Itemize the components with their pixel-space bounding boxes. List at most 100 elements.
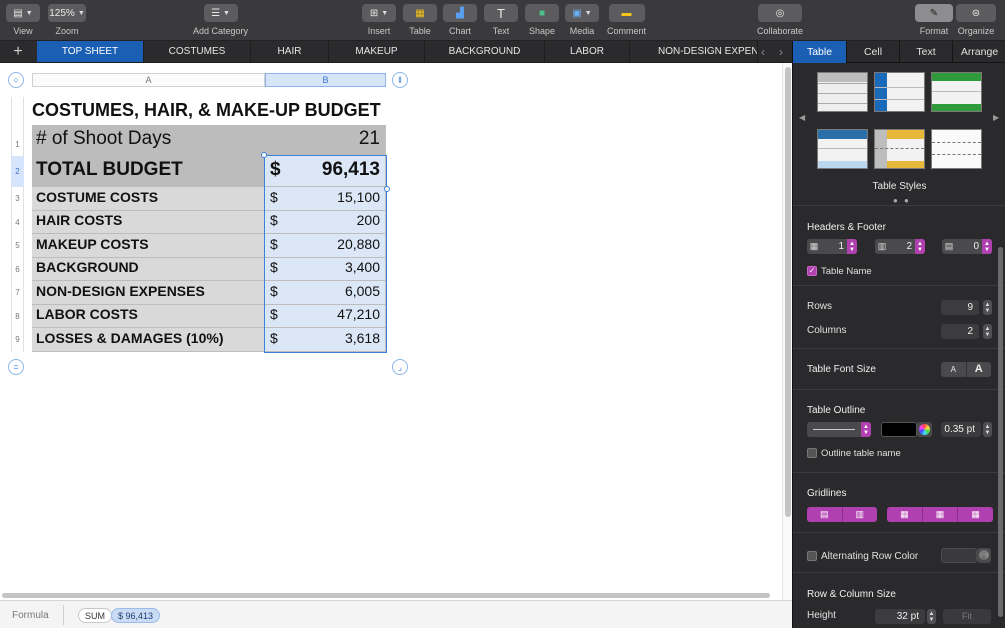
media-button[interactable]: ▣ ▼ bbox=[565, 4, 599, 22]
vertical-scrollbar[interactable] bbox=[782, 63, 792, 601]
outline-table-name-checkbox[interactable] bbox=[807, 448, 817, 458]
scroll-thumb[interactable] bbox=[2, 593, 770, 598]
vertical-gridlines-button[interactable]: ▥ bbox=[843, 507, 878, 522]
row-height-arrows-icon[interactable]: ▲ ▼ bbox=[927, 609, 936, 624]
inspector-scrollbar[interactable] bbox=[998, 247, 1003, 617]
table-cell[interactable]: $ 200 bbox=[265, 211, 386, 234]
header-columns-stepper[interactable]: ▥ 2 ▲ ▼ bbox=[875, 239, 925, 254]
table-style-thumbnail[interactable] bbox=[874, 129, 925, 169]
add-sheet-button[interactable]: + bbox=[0, 41, 36, 62]
text-control[interactable]: T Text bbox=[484, 4, 518, 36]
comment-control[interactable]: ▬ Comment bbox=[607, 4, 646, 36]
row-number[interactable]: 2 bbox=[11, 156, 24, 187]
table-button[interactable]: ▦ bbox=[403, 4, 437, 22]
organize-button[interactable]: ⊜ bbox=[956, 4, 996, 22]
row-number[interactable]: 5 bbox=[11, 234, 24, 258]
chevron-left-icon[interactable]: ‹ bbox=[761, 41, 765, 62]
sheet-tab-labor[interactable]: LABOR bbox=[545, 41, 630, 62]
table-cell[interactable]: # of Shoot Days bbox=[32, 125, 265, 156]
alternating-row-checkbox[interactable] bbox=[807, 551, 817, 561]
table-cell[interactable]: TOTAL BUDGET bbox=[32, 156, 265, 187]
sheet-canvas[interactable]: ○ A B ‖ COSTUMES, HAIR, & MAKE-UP BUDGET… bbox=[0, 63, 782, 601]
row-number[interactable]: 3 bbox=[11, 187, 24, 211]
table-cell[interactable]: $ 15,100 bbox=[265, 187, 386, 211]
rows-stepper-arrows-icon[interactable]: ▲ ▼ bbox=[983, 300, 992, 315]
format-button[interactable]: ✎ bbox=[915, 4, 953, 22]
row-height-field[interactable]: 32 pt bbox=[875, 609, 925, 624]
row-number[interactable]: 9 bbox=[11, 328, 24, 352]
collaborate-control[interactable]: ◎ Collaborate bbox=[757, 4, 803, 36]
table-control[interactable]: ▦ Table bbox=[403, 4, 437, 36]
decrease-font-size-button[interactable]: A bbox=[941, 362, 966, 377]
line-style-select[interactable]: ▲ ▼ bbox=[807, 422, 871, 437]
table-title[interactable]: COSTUMES, HAIR, & MAKE-UP BUDGET bbox=[32, 100, 381, 121]
row-number[interactable]: 6 bbox=[11, 258, 24, 281]
media-control[interactable]: ▣ ▼ Media bbox=[565, 4, 599, 36]
increase-font-size-button[interactable]: A bbox=[965, 362, 992, 377]
table-cell[interactable]: COSTUME COSTS bbox=[32, 187, 265, 211]
format-control[interactable]: ✎ Format bbox=[915, 4, 953, 36]
page-indicator[interactable]: ● ● bbox=[893, 196, 911, 205]
table-name-checkbox[interactable]: ✓ bbox=[807, 266, 817, 276]
table-style-thumbnail[interactable] bbox=[817, 72, 868, 112]
collaborate-button[interactable]: ◎ bbox=[758, 4, 803, 22]
selection-handle[interactable] bbox=[261, 152, 267, 158]
insert-button[interactable]: ⊞ ▼ bbox=[362, 4, 396, 22]
shape-control[interactable]: ■ Shape bbox=[525, 4, 559, 36]
table-style-thumbnail[interactable] bbox=[931, 72, 982, 112]
chevron-right-icon[interactable]: › bbox=[779, 41, 783, 62]
tab-text[interactable]: Text bbox=[900, 41, 953, 63]
table-cell[interactable]: BACKGROUND bbox=[32, 258, 265, 281]
sheet-tab-hair[interactable]: HAIR bbox=[251, 41, 329, 62]
chart-control[interactable]: ▟ Chart bbox=[443, 4, 477, 36]
zoom-control[interactable]: 125% ▼ Zoom bbox=[48, 4, 86, 36]
column-header-a[interactable]: A bbox=[32, 73, 265, 87]
shape-button[interactable]: ■ bbox=[525, 4, 559, 22]
horizontal-gridlines-button[interactable]: ▤ bbox=[807, 507, 843, 522]
add-category-button[interactable]: ☰ ▼ bbox=[203, 4, 238, 22]
sheet-tab-makeup[interactable]: MAKEUP bbox=[329, 41, 425, 62]
table-cell[interactable]: HAIR COSTS bbox=[32, 211, 265, 234]
rows-field[interactable]: 9 bbox=[941, 300, 979, 315]
function-token[interactable]: SUM bbox=[78, 608, 112, 623]
add-column-handle[interactable]: ‖ bbox=[392, 72, 408, 88]
sheet-tab-costumes[interactable]: COSTUMES bbox=[144, 41, 251, 62]
resize-table-handle[interactable]: ⌟ bbox=[392, 359, 408, 375]
table-cell[interactable]: LOSSES & DAMAGES (10%) bbox=[32, 328, 265, 352]
row-number[interactable]: 7 bbox=[11, 281, 24, 305]
chevron-left-icon[interactable]: ◀ bbox=[799, 113, 805, 122]
row-number[interactable]: 8 bbox=[11, 305, 24, 328]
table-style-thumbnail[interactable] bbox=[931, 129, 982, 169]
table-cell[interactable]: $ 47,210 bbox=[265, 305, 386, 328]
view-control[interactable]: ▤ ▼ View bbox=[6, 4, 40, 36]
table-style-thumbnail[interactable] bbox=[874, 72, 925, 112]
columns-stepper-arrows-icon[interactable]: ▲ ▼ bbox=[983, 324, 992, 339]
table-select-handle[interactable]: ○ bbox=[8, 72, 24, 88]
footer-gridlines-button[interactable]: ▦ bbox=[958, 507, 993, 522]
header-row-gridlines-button[interactable]: ▦ bbox=[887, 507, 923, 522]
table-cell[interactable]: $ 96,413 bbox=[265, 156, 386, 187]
reference-token[interactable]: $ 96,413 bbox=[111, 608, 161, 623]
table-cell[interactable]: NON-DESIGN EXPENSES bbox=[32, 281, 265, 305]
row-color-well[interactable] bbox=[941, 548, 977, 563]
row-number[interactable]: 4 bbox=[11, 211, 24, 234]
insert-control[interactable]: ⊞ ▼ Insert bbox=[362, 4, 396, 36]
selection-handle[interactable] bbox=[384, 186, 390, 192]
sheet-tab-non-design-expenses[interactable]: NON-DESIGN EXPENSES bbox=[630, 41, 758, 62]
row-color-picker-button[interactable] bbox=[977, 548, 991, 563]
comment-button[interactable]: ▬ bbox=[608, 4, 645, 22]
outline-width-field[interactable]: 0.35 pt bbox=[941, 422, 981, 437]
text-button[interactable]: T bbox=[484, 4, 518, 22]
chevron-right-icon[interactable]: ▶ bbox=[993, 113, 999, 122]
stepper-arrows-icon[interactable]: ▲ ▼ bbox=[847, 239, 857, 254]
chart-button[interactable]: ▟ bbox=[443, 4, 477, 22]
table-cell[interactable]: LABOR COSTS bbox=[32, 305, 265, 328]
stepper-arrows-icon[interactable]: ▲ ▼ bbox=[982, 239, 992, 254]
outline-width-arrows-icon[interactable]: ▲ ▼ bbox=[983, 422, 992, 437]
columns-field[interactable]: 2 bbox=[941, 324, 979, 339]
color-picker-button[interactable] bbox=[917, 422, 932, 437]
fit-button[interactable]: Fit bbox=[943, 609, 991, 624]
footer-rows-stepper[interactable]: ▤ 0 ▲ ▼ bbox=[942, 239, 992, 254]
view-button[interactable]: ▤ ▼ bbox=[6, 4, 40, 22]
table-cell[interactable]: MAKEUP COSTS bbox=[32, 234, 265, 258]
